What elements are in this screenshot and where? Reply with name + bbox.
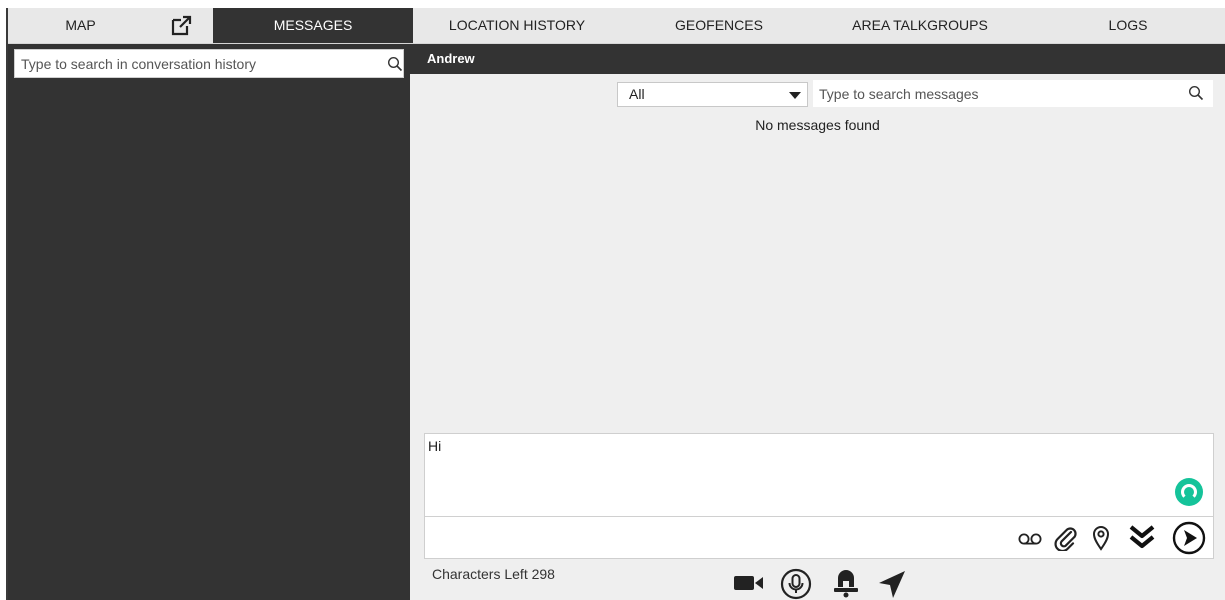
grammar-assistant-icon[interactable] <box>1175 478 1203 506</box>
microphone-icon[interactable] <box>780 568 812 600</box>
double-chevron-down-icon[interactable] <box>1128 524 1156 550</box>
conversation-header <box>410 44 1225 74</box>
search-icon[interactable] <box>1188 85 1204 101</box>
open-in-new-window-icon[interactable] <box>170 15 194 37</box>
message-search <box>813 80 1213 107</box>
contact-name: Andrew <box>427 51 475 66</box>
tab-area-talkgroups[interactable]: AREA TALKGROUPS <box>820 8 1020 43</box>
message-search-input[interactable] <box>819 80 1179 107</box>
no-messages-text: No messages found <box>755 117 880 133</box>
message-filter-value: All <box>629 86 645 102</box>
tab-location-history[interactable]: LOCATION HISTORY <box>417 8 617 43</box>
tab-map[interactable]: MAP <box>8 8 153 43</box>
conversation-history-search-input[interactable] <box>21 50 381 77</box>
conversation-history-search <box>14 49 404 78</box>
alert-bell-icon[interactable] <box>831 567 861 599</box>
send-icon[interactable] <box>1172 521 1206 555</box>
message-filter-select[interactable]: All <box>617 82 808 107</box>
tab-geofences[interactable]: GEOFENCES <box>619 8 819 43</box>
video-camera-icon[interactable] <box>733 573 765 593</box>
chevron-down-icon <box>789 92 801 99</box>
search-icon[interactable] <box>387 56 403 72</box>
message-input[interactable] <box>428 438 1168 508</box>
voicemail-icon[interactable] <box>1017 531 1043 547</box>
tab-bar: MAP MESSAGES LOCATION HISTORY GEOFENCES … <box>8 8 1225 44</box>
tab-messages[interactable]: MESSAGES <box>213 8 413 43</box>
paperclip-icon[interactable] <box>1053 525 1077 551</box>
navigation-arrow-icon[interactable] <box>877 568 907 600</box>
compose-divider <box>425 516 1213 517</box>
characters-left-counter: Characters Left 298 <box>432 566 555 582</box>
tab-logs[interactable]: LOGS <box>1028 8 1225 43</box>
conversation-sidebar <box>8 44 410 600</box>
location-pin-icon[interactable] <box>1092 525 1110 551</box>
